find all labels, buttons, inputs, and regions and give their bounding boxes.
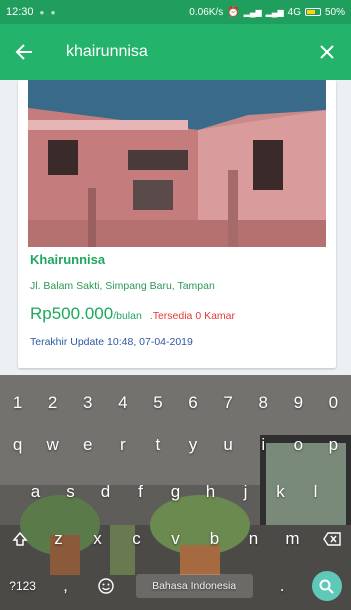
key-5[interactable]: 5 bbox=[147, 389, 169, 417]
search-icon bbox=[319, 579, 334, 594]
emoji-icon bbox=[98, 578, 114, 594]
key-8[interactable]: 8 bbox=[252, 389, 274, 417]
key-u[interactable]: u bbox=[217, 431, 239, 459]
key-a[interactable]: a bbox=[25, 478, 47, 506]
availability-label: .Tersedia 0 Kamar bbox=[149, 310, 236, 322]
key-v[interactable]: v bbox=[165, 525, 187, 553]
back-button[interactable] bbox=[0, 24, 48, 80]
listing-card[interactable]: Khairunnisa Jl. Balam Sakti, Simpang Bar… bbox=[18, 80, 336, 368]
key-o[interactable]: o bbox=[287, 431, 309, 459]
key-t[interactable]: t bbox=[147, 431, 169, 459]
letter-row-2: a s d f g h j k l bbox=[0, 478, 351, 506]
listing-title: Khairunnisa bbox=[30, 252, 106, 267]
listing-address: Jl. Balam Sakti, Simpang Baru, Tampan bbox=[30, 280, 215, 292]
key-7[interactable]: 7 bbox=[217, 389, 239, 417]
key-p[interactable]: p bbox=[322, 431, 344, 459]
key-r[interactable]: r bbox=[112, 431, 134, 459]
key-h[interactable]: h bbox=[200, 478, 222, 506]
key-f[interactable]: f bbox=[130, 478, 152, 506]
symbols-key[interactable]: ?123 bbox=[9, 572, 36, 600]
signal-icon: ▂▄▆ bbox=[265, 7, 284, 17]
status-indicators: 0.06K/s ⏰ ▂▄▆ ▂▄▆ 4G 50% bbox=[189, 7, 345, 18]
key-6[interactable]: 6 bbox=[182, 389, 204, 417]
key-0[interactable]: 0 bbox=[322, 389, 344, 417]
period-key[interactable]: . bbox=[271, 572, 293, 600]
bottom-row: ?123 , Bahasa Indonesia . bbox=[0, 571, 351, 601]
key-x[interactable]: x bbox=[87, 525, 109, 553]
shift-icon bbox=[11, 531, 28, 546]
key-l[interactable]: l bbox=[305, 478, 327, 506]
key-m[interactable]: m bbox=[282, 525, 304, 553]
key-1[interactable]: 1 bbox=[7, 389, 29, 417]
backspace-key[interactable] bbox=[321, 525, 343, 553]
key-2[interactable]: 2 bbox=[42, 389, 64, 417]
search-input[interactable] bbox=[48, 37, 303, 67]
battery-level: 50% bbox=[324, 6, 345, 18]
app-bar bbox=[0, 24, 351, 80]
results-list: Khairunnisa Jl. Balam Sakti, Simpang Bar… bbox=[0, 80, 351, 375]
search-key[interactable] bbox=[311, 571, 342, 601]
key-q[interactable]: q bbox=[7, 431, 29, 459]
network-speed: 0.06K/s bbox=[189, 6, 224, 18]
emoji-key[interactable] bbox=[95, 572, 117, 600]
key-z[interactable]: z bbox=[48, 525, 70, 553]
letter-row-1: q w e r t y u i o p bbox=[0, 431, 351, 459]
key-k[interactable]: k bbox=[270, 478, 292, 506]
key-n[interactable]: n bbox=[243, 525, 265, 553]
arrow-left-icon bbox=[15, 44, 32, 60]
key-i[interactable]: i bbox=[252, 431, 274, 459]
key-s[interactable]: s bbox=[60, 478, 82, 506]
key-b[interactable]: b bbox=[204, 525, 226, 553]
number-row: 1 2 3 4 5 6 7 8 9 0 bbox=[0, 389, 351, 417]
building-photo bbox=[28, 80, 326, 247]
network-type: 4G bbox=[287, 6, 301, 18]
status-bar: 12:30 ● ● 0.06K/s ⏰ ▂▄▆ ▂▄▆ 4G 50% bbox=[0, 0, 351, 24]
close-icon bbox=[320, 45, 334, 59]
backspace-icon bbox=[322, 532, 341, 546]
last-updated: Terakhir Update 10:48, 07-04-2019 bbox=[30, 336, 193, 348]
key-w[interactable]: w bbox=[42, 431, 64, 459]
key-4[interactable]: 4 bbox=[112, 389, 134, 417]
key-j[interactable]: j bbox=[235, 478, 257, 506]
listing-price: Rp500.000 bbox=[30, 304, 114, 323]
signal-icon: ▂▄▆ bbox=[243, 7, 262, 17]
key-c[interactable]: c bbox=[126, 525, 148, 553]
notification-icon: ● ● bbox=[39, 7, 58, 17]
key-e[interactable]: e bbox=[77, 431, 99, 459]
comma-key[interactable]: , bbox=[55, 572, 77, 600]
key-3[interactable]: 3 bbox=[77, 389, 99, 417]
battery-icon bbox=[304, 8, 321, 16]
price-row: Rp500.000 /bulan .Tersedia 0 Kamar bbox=[30, 304, 326, 324]
soft-keyboard: 1 2 3 4 5 6 7 8 9 0 q w e r t y u i o p … bbox=[0, 375, 351, 610]
key-g[interactable]: g bbox=[165, 478, 187, 506]
alarm-icon: ⏰ bbox=[227, 6, 240, 18]
listing-photo bbox=[28, 80, 326, 247]
space-bar[interactable]: Bahasa Indonesia bbox=[135, 574, 253, 598]
letter-row-3: z x c v b n m bbox=[0, 525, 351, 553]
key-y[interactable]: y bbox=[182, 431, 204, 459]
key-9[interactable]: 9 bbox=[287, 389, 309, 417]
price-unit: /bulan bbox=[113, 310, 142, 322]
clear-button[interactable] bbox=[303, 24, 351, 80]
status-time: 12:30 bbox=[6, 6, 34, 18]
key-d[interactable]: d bbox=[95, 478, 117, 506]
listing-info: Khairunnisa Jl. Balam Sakti, Simpang Bar… bbox=[30, 252, 326, 348]
shift-key[interactable] bbox=[9, 525, 31, 553]
